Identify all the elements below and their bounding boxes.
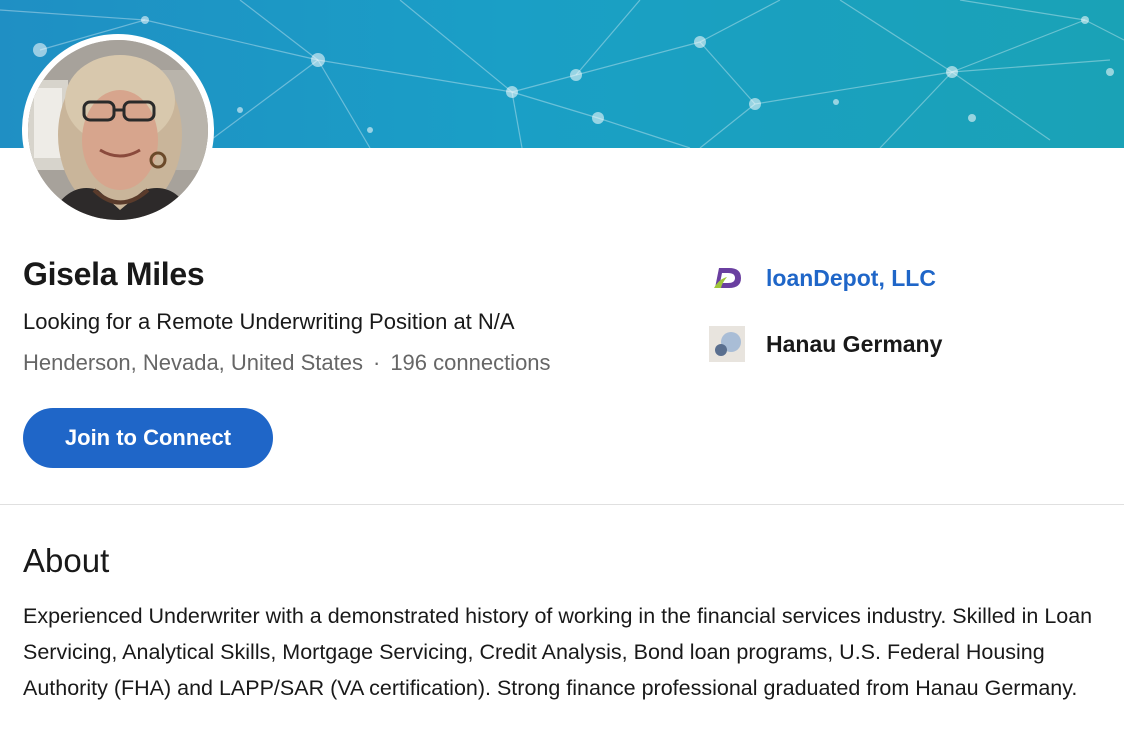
profile-connections[interactable]: 196 connections [390, 350, 550, 375]
profile-location: Henderson, Nevada, United States [23, 350, 363, 375]
about-text: Experienced Underwriter with a demonstra… [23, 604, 1093, 700]
current-company[interactable]: loanDepot, LLC [708, 256, 936, 300]
profile-name: Gisela Miles [23, 256, 205, 292]
avatar-photo [28, 40, 208, 220]
school-logo-icon [708, 325, 746, 363]
join-to-connect-button[interactable]: Join to Connect [23, 408, 273, 468]
school-name[interactable]: Hanau Germany [766, 331, 942, 358]
profile-avatar [22, 34, 214, 226]
profile-headline: Looking for a Remote Underwriting Positi… [23, 309, 515, 334]
section-divider [0, 504, 1124, 505]
company-name-link[interactable]: loanDepot, LLC [766, 265, 936, 292]
loandepot-logo-icon [708, 259, 746, 297]
education-school[interactable]: Hanau Germany [708, 324, 942, 364]
about-heading: About [23, 542, 110, 579]
meta-separator: · [372, 350, 381, 375]
profile-meta: Henderson, Nevada, United States · 196 con… [23, 350, 551, 376]
